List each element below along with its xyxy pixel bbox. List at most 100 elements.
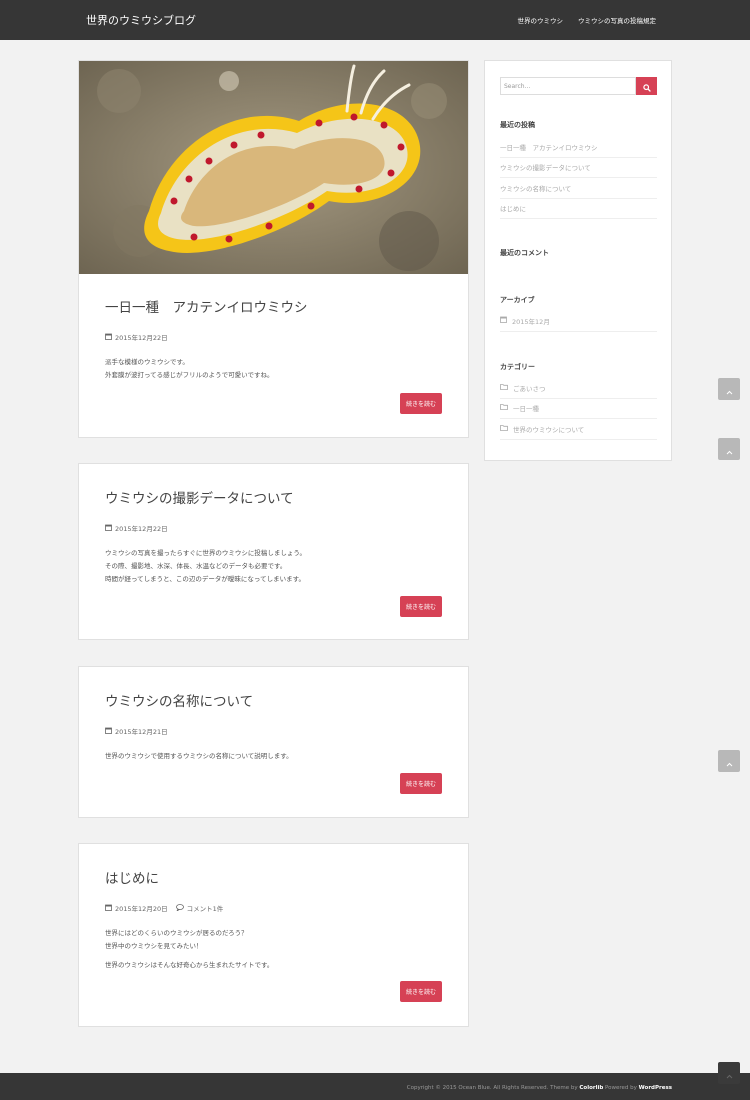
nav-item-world-sea-slugs[interactable]: 世界のウミウシ xyxy=(518,15,564,25)
theme-link[interactable]: Colorlib xyxy=(579,1085,603,1091)
recent-post-link[interactable]: ウミウシの撮影データについて xyxy=(500,158,657,178)
post-meta: 2015年12月22日 xyxy=(105,332,442,342)
comment-icon xyxy=(175,903,184,913)
archives-title: アーカイブ xyxy=(500,296,535,304)
category-label: ごあいさつ xyxy=(513,384,546,393)
excerpt-line: 世界中のウミウシを見てみたい！ xyxy=(105,942,203,950)
archive-link[interactable]: 2015年12月 xyxy=(500,311,657,332)
search-form: Search... xyxy=(500,77,657,95)
post-body: はじめに 2015年12月20日 コメント1件 世界にはどのくらいのウミウシが居… xyxy=(79,867,468,972)
post-featured-image[interactable] xyxy=(79,61,468,274)
post-date[interactable]: 2015年12月20日 xyxy=(105,903,168,913)
search-input[interactable]: Search... xyxy=(500,77,636,95)
calendar-icon xyxy=(105,333,112,342)
main-nav: 世界のウミウシ ウミウシの写真の投稿規定 xyxy=(518,15,657,25)
post-excerpt: 世界のウミウシで使用するウミウシの名称について説明します。 xyxy=(105,750,442,763)
post-date[interactable]: 2015年12月22日 xyxy=(105,523,168,533)
recent-post-link[interactable]: ウミウシの名称について xyxy=(500,178,657,199)
post-title[interactable]: 一日一種 アカテンイロウミウシ xyxy=(105,296,442,316)
copyright-text: Copyright © 2015 Ocean Blue. All Rights … xyxy=(406,1085,578,1091)
recent-post-label: ウミウシの名称について xyxy=(500,184,572,193)
chevron-up-icon xyxy=(726,440,733,459)
read-more-button[interactable]: 続きを読む xyxy=(400,981,442,1002)
recent-post-label: ウミウシの撮影データについて xyxy=(500,164,591,173)
post-excerpt: ウミウシの写真を撮ったらすぐに世界のウミウシに投稿しましょう。 その際、撮影地、… xyxy=(105,547,442,586)
excerpt-line: 時間が経ってしまうと、この辺のデータが曖昧になってしまいます。 xyxy=(105,575,305,583)
post-date-text: 2015年12月22日 xyxy=(115,334,168,342)
post-comments[interactable]: コメント1件 xyxy=(175,903,224,913)
nav-item-posting-rules[interactable]: ウミウシの写真の投稿規定 xyxy=(578,15,656,25)
scroll-top-button[interactable] xyxy=(718,1062,740,1084)
recent-posts-list: 一日一種 アカテンイロウミウシ ウミウシの撮影データについて ウミウシの名称につ… xyxy=(500,137,657,219)
post-date-text: 2015年12月21日 xyxy=(115,728,168,736)
post-excerpt: 派手な模様のウミウシです。 外套膜が波打ってる感じがフリルのようで可愛いですね。 xyxy=(105,356,442,382)
post-card: ウミウシの撮影データについて 2015年12月22日 ウミウシの写真を撮ったらす… xyxy=(78,463,469,640)
category-link[interactable]: ごあいさつ xyxy=(500,378,657,399)
wordpress-link[interactable]: WordPress xyxy=(639,1085,672,1091)
recent-post-link[interactable]: はじめに xyxy=(500,199,657,219)
footer-copyright: Copyright © 2015 Ocean Blue. All Rights … xyxy=(407,1085,672,1091)
excerpt-line: 世界のウミウシはそんな好奇心から生まれたサイトです。 xyxy=(105,961,274,969)
post-body: ウミウシの名称について 2015年12月21日 世界のウミウシで使用するウミウシ… xyxy=(79,690,468,763)
post-meta: 2015年12月20日 コメント1件 xyxy=(105,903,442,913)
excerpt-line: 世界にはどのくらいのウミウシが居るのだろう？ xyxy=(105,929,248,937)
category-label: 一日一種 xyxy=(513,405,539,414)
post-title[interactable]: ウミウシの名称について xyxy=(105,690,442,710)
site-footer: Copyright © 2015 Ocean Blue. All Rights … xyxy=(0,1073,750,1100)
post-meta: 2015年12月22日 xyxy=(105,523,442,533)
folder-icon xyxy=(500,424,508,433)
category-label: 世界のウミウシについて xyxy=(513,425,585,434)
post-comments-text: コメント1件 xyxy=(186,905,224,913)
sea-slug-photo xyxy=(79,61,468,274)
read-more-button[interactable]: 続きを読む xyxy=(400,773,442,794)
folder-icon xyxy=(500,383,508,392)
calendar-icon xyxy=(500,316,507,325)
post-card: 一日一種 アカテンイロウミウシ 2015年12月22日 派手な模様のウミウシです… xyxy=(78,60,469,438)
archive-label: 2015年12月 xyxy=(512,317,550,326)
site-header: 世界のウミウシブログ 世界のウミウシ ウミウシの写真の投稿規定 xyxy=(0,0,750,40)
recent-posts-title: 最近の投稿 xyxy=(500,121,535,129)
site-title[interactable]: 世界のウミウシブログ xyxy=(86,12,196,28)
post-body: ウミウシの撮影データについて 2015年12月22日 ウミウシの写真を撮ったらす… xyxy=(79,487,468,586)
read-more-button[interactable]: 続きを読む xyxy=(400,596,442,617)
categories-list: ごあいさつ 一日一種 世界のウミウシについて xyxy=(500,378,657,440)
excerpt-line: 派手な模様のウミウシです。 xyxy=(105,358,189,366)
scroll-top-button[interactable] xyxy=(718,378,740,400)
search-icon xyxy=(642,77,651,96)
category-link[interactable]: 世界のウミウシについて xyxy=(500,419,657,440)
excerpt-line: ウミウシの写真を撮ったらすぐに世界のウミウシに投稿しましょう。 xyxy=(105,549,306,557)
calendar-icon xyxy=(105,904,112,913)
post-card: はじめに 2015年12月20日 コメント1件 世界にはどのくらいのウミウシが居… xyxy=(78,843,469,1027)
post-body: 一日一種 アカテンイロウミウシ 2015年12月22日 派手な模様のウミウシです… xyxy=(79,296,468,382)
post-title[interactable]: ウミウシの撮影データについて xyxy=(105,487,442,507)
excerpt-line: 世界のウミウシで使用するウミウシの名称について説明します。 xyxy=(105,752,293,760)
recent-post-link[interactable]: 一日一種 アカテンイロウミウシ xyxy=(500,137,657,158)
calendar-icon xyxy=(105,727,112,736)
post-date-text: 2015年12月22日 xyxy=(115,525,168,533)
calendar-icon xyxy=(105,524,112,533)
folder-icon xyxy=(500,404,508,412)
recent-post-label: はじめに xyxy=(500,205,526,214)
powered-by-text: Powered by xyxy=(605,1085,637,1091)
search-button[interactable] xyxy=(636,77,657,95)
post-title[interactable]: はじめに xyxy=(105,867,442,887)
read-more-button[interactable]: 続きを読む xyxy=(400,393,442,414)
chevron-up-icon xyxy=(726,380,733,399)
post-excerpt: 世界にはどのくらいのウミウシが居るのだろう？ 世界中のウミウシを見てみたい！ 世… xyxy=(105,927,442,972)
post-date[interactable]: 2015年12月22日 xyxy=(105,332,168,342)
sidebar: Search... 最近の投稿 一日一種 アカテンイロウミウシ ウミウシの撮影デ… xyxy=(484,60,672,461)
categories-title: カテゴリー xyxy=(500,363,535,371)
recent-post-label: 一日一種 アカテンイロウミウシ xyxy=(500,143,598,152)
archives-list: 2015年12月 xyxy=(500,311,657,332)
scroll-top-button[interactable] xyxy=(718,750,740,772)
excerpt-line: 外套膜が波打ってる感じがフリルのようで可愛いですね。 xyxy=(105,371,274,379)
recent-comments-title: 最近のコメント xyxy=(500,249,549,257)
post-date[interactable]: 2015年12月21日 xyxy=(105,726,168,736)
scroll-top-button[interactable] xyxy=(718,438,740,460)
post-date-text: 2015年12月20日 xyxy=(115,905,168,913)
chevron-up-icon xyxy=(726,1064,733,1083)
excerpt-line: その際、撮影地、水深、体長、水温などのデータも必要です。 xyxy=(105,562,287,570)
post-card: ウミウシの名称について 2015年12月21日 世界のウミウシで使用するウミウシ… xyxy=(78,666,469,818)
post-meta: 2015年12月21日 xyxy=(105,726,442,736)
category-link[interactable]: 一日一種 xyxy=(500,399,657,419)
